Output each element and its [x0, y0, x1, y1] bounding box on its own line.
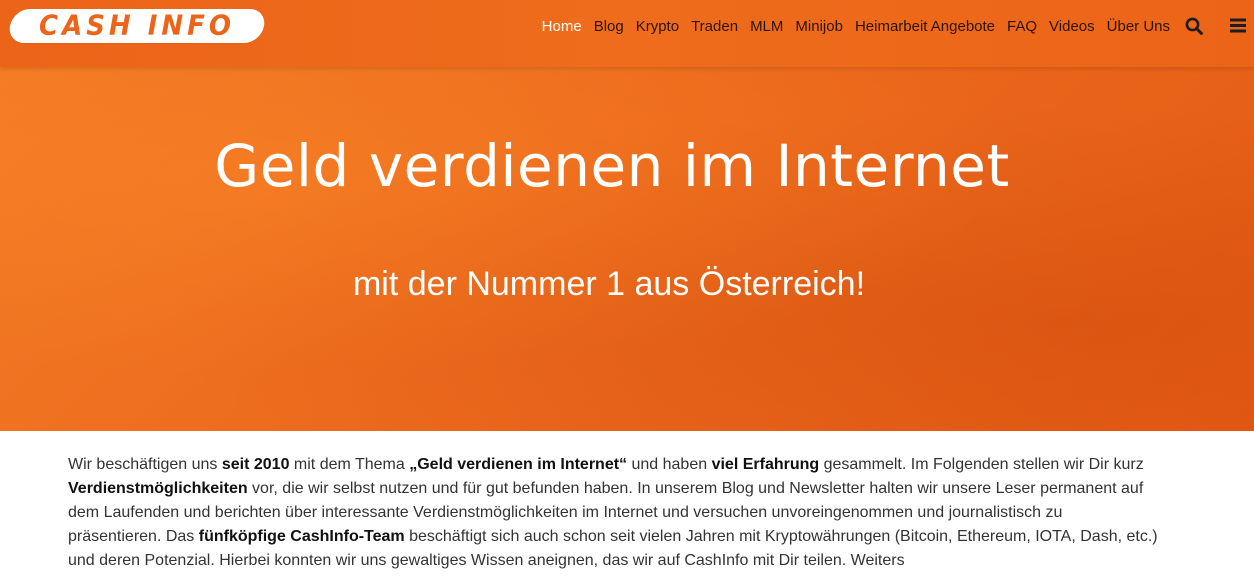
intro-bold-earning-options: Verdienstmöglichkeiten: [68, 480, 248, 497]
nav-item-traden[interactable]: Traden: [691, 18, 738, 35]
hamburger-menu-icon[interactable]: [1230, 18, 1246, 33]
intro-bold-since-2010: seit 2010: [221, 456, 290, 473]
intro-bold-experience: viel Erfahrung: [711, 456, 820, 473]
hero-title: Geld verdienen im Internet: [214, 132, 1010, 200]
nav-item-ueber-uns[interactable]: Über Uns: [1107, 18, 1170, 35]
hero-subtitle: mit der Nummer 1 aus Österreich!: [352, 265, 866, 303]
hero-banner: Geld verdienen im Internet mit der Numme…: [0, 67, 1254, 431]
nav-item-minijob[interactable]: Minijob: [795, 18, 843, 35]
intro-bold-team: fünfköpfige CashInfo-Team: [198, 528, 405, 545]
intro-text-1: Wir beschäftigen uns: [68, 456, 222, 473]
cashinfo-logo[interactable]: Cash Info: [7, 9, 267, 43]
nav-item-mlm[interactable]: MLM: [750, 18, 783, 35]
search-icon[interactable]: [1185, 17, 1203, 35]
nav-item-blog[interactable]: Blog: [594, 18, 624, 35]
intro-paragraph: Wir beschäftigen uns seit 2010 mit dem T…: [68, 453, 1160, 573]
intro-bold-topic: „Geld verdienen im Internet“: [409, 456, 628, 473]
top-navbar: Cash Info Home Blog Krypto Traden MLM Mi…: [0, 0, 1254, 67]
main-navigation: Home Blog Krypto Traden MLM Minijob Heim…: [542, 15, 1170, 37]
nav-item-krypto[interactable]: Krypto: [636, 18, 679, 35]
nav-item-faq[interactable]: FAQ: [1007, 18, 1037, 35]
intro-text-3: und haben: [627, 456, 712, 473]
nav-item-home[interactable]: Home: [542, 18, 582, 35]
intro-section: Wir beschäftigen uns seit 2010 mit dem T…: [68, 453, 1160, 573]
nav-item-heimarbeit-angebote[interactable]: Heimarbeit Angebote: [855, 18, 995, 35]
intro-text-4: gesammelt. Im Folgenden stellen wir Dir …: [819, 456, 1144, 473]
logo-text: Cash Info: [38, 10, 236, 42]
intro-text-2: mit dem Thema: [289, 456, 410, 473]
nav-item-videos[interactable]: Videos: [1049, 18, 1095, 35]
